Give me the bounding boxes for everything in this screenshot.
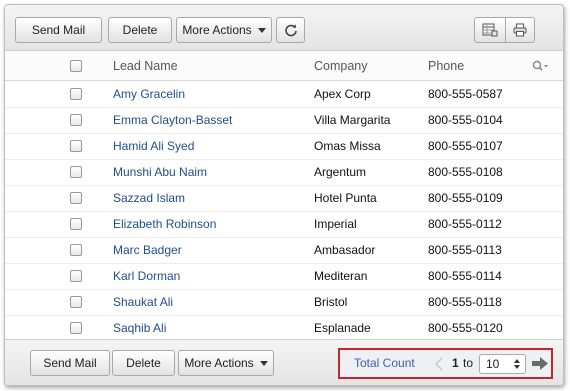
send-mail-button[interactable]: Send Mail (15, 17, 102, 43)
column-header-lead-name[interactable]: Lead Name (113, 51, 178, 81)
column-header-company[interactable]: Company (314, 51, 368, 81)
row-checkbox[interactable] (70, 218, 82, 230)
table-row: Sazzad Islam Hotel Punta 800-555-0109 (5, 186, 563, 212)
refresh-button[interactable] (276, 17, 305, 43)
phone-cell: 800-555-0120 (428, 321, 503, 335)
lead-name-link[interactable]: Karl Dorman (113, 264, 180, 289)
more-actions-label: More Actions (182, 23, 252, 37)
next-arrow-icon[interactable] (531, 356, 549, 371)
prev-arrow-icon[interactable] (434, 357, 444, 371)
company-cell: Bristol (314, 295, 348, 309)
phone-cell: 800-555-0108 (428, 165, 503, 179)
top-toolbar: Send Mail Delete More Actions (5, 5, 563, 51)
footer-more-actions-label: More Actions (184, 356, 254, 370)
table-row: Munshi Abu Naim Argentum 800-555-0108 (5, 160, 563, 186)
column-chooser-button[interactable] (474, 17, 506, 43)
footer-delete-button[interactable]: Delete (112, 350, 175, 376)
phone-cell: 800-555-0109 (428, 191, 503, 205)
lead-name-link[interactable]: Marc Badger (113, 238, 182, 263)
row-checkbox[interactable] (70, 140, 82, 152)
company-cell: Mediteran (314, 269, 368, 283)
phone-cell: 800-555-0118 (428, 295, 502, 309)
phone-cell: 800-555-0587 (428, 87, 503, 101)
pagination-bar: Total Count 1 to 10 (338, 348, 553, 379)
page-size-value: 10 (486, 357, 500, 371)
lead-name-link[interactable]: Amy Gracelin (113, 82, 185, 107)
more-actions-button[interactable]: More Actions (176, 17, 272, 43)
column-header-phone[interactable]: Phone (428, 51, 464, 81)
company-cell: Ambasador (314, 243, 376, 257)
company-cell: Esplanade (314, 321, 371, 335)
print-button[interactable] (505, 17, 535, 43)
company-cell: Villa Margarita (314, 113, 391, 127)
select-all-checkbox[interactable] (70, 60, 82, 72)
footer-more-actions-button[interactable]: More Actions (178, 350, 274, 376)
chevron-down-icon (259, 361, 268, 367)
lead-name-link[interactable]: Sazzad Islam (113, 186, 185, 211)
spinner-icon (514, 359, 520, 369)
lead-name-link[interactable]: Elizabeth Robinson (113, 212, 216, 237)
row-checkbox[interactable] (70, 322, 82, 334)
page-range-from: 1 (452, 356, 459, 370)
table-header: Lead Name Company Phone (5, 51, 563, 81)
row-checkbox[interactable] (70, 114, 82, 126)
phone-cell: 800-555-0113 (428, 243, 502, 257)
page-size-select[interactable]: 10 (479, 354, 526, 374)
bottom-toolbar: Send Mail Delete More Actions Total Coun… (5, 339, 563, 385)
row-checkbox[interactable] (70, 296, 82, 308)
table-row: Marc Badger Ambasador 800-555-0113 (5, 238, 563, 264)
page-range-to-label: to (463, 356, 474, 370)
row-checkbox[interactable] (70, 192, 82, 204)
leads-list-panel: Send Mail Delete More Actions Lead Name … (4, 4, 564, 386)
company-cell: Apex Corp (314, 87, 371, 101)
lead-name-link[interactable]: Hamid Ali Syed (113, 134, 194, 159)
table-row: Shaukat Ali Bristol 800-555-0118 (5, 290, 563, 316)
delete-button[interactable]: Delete (108, 17, 172, 43)
row-checkbox[interactable] (70, 88, 82, 100)
footer-send-mail-button[interactable]: Send Mail (30, 350, 110, 376)
print-icon (513, 23, 527, 37)
lead-name-link[interactable]: Munshi Abu Naim (113, 160, 207, 185)
table-row: Hamid Ali Syed Omas Missa 800-555-0107 (5, 134, 563, 160)
phone-cell: 800-555-0112 (428, 217, 502, 231)
chevron-down-icon (257, 28, 266, 34)
phone-cell: 800-555-0114 (428, 269, 502, 283)
row-checkbox[interactable] (70, 166, 82, 178)
search-icon[interactable] (532, 60, 550, 72)
company-cell: Omas Missa (314, 139, 381, 153)
lead-name-link[interactable]: Shaukat Ali (113, 290, 173, 315)
refresh-icon (284, 24, 297, 37)
total-count-link[interactable]: Total Count (354, 350, 415, 377)
table-row: Elizabeth Robinson Imperial 800-555-0112 (5, 212, 563, 238)
row-checkbox[interactable] (70, 270, 82, 282)
lead-name-link[interactable]: Saqhib Ali (113, 316, 166, 341)
table-row: Karl Dorman Mediteran 800-555-0114 (5, 264, 563, 290)
column-chooser-icon (482, 23, 498, 37)
table-row: Emma Clayton-Basset Villa Margarita 800-… (5, 108, 563, 134)
phone-cell: 800-555-0104 (428, 113, 503, 127)
row-checkbox[interactable] (70, 244, 82, 256)
table-row: Amy Gracelin Apex Corp 800-555-0587 (5, 82, 563, 108)
lead-name-link[interactable]: Emma Clayton-Basset (113, 108, 232, 133)
company-cell: Imperial (314, 217, 357, 231)
company-cell: Hotel Punta (314, 191, 377, 205)
phone-cell: 800-555-0107 (428, 139, 503, 153)
company-cell: Argentum (314, 165, 367, 179)
